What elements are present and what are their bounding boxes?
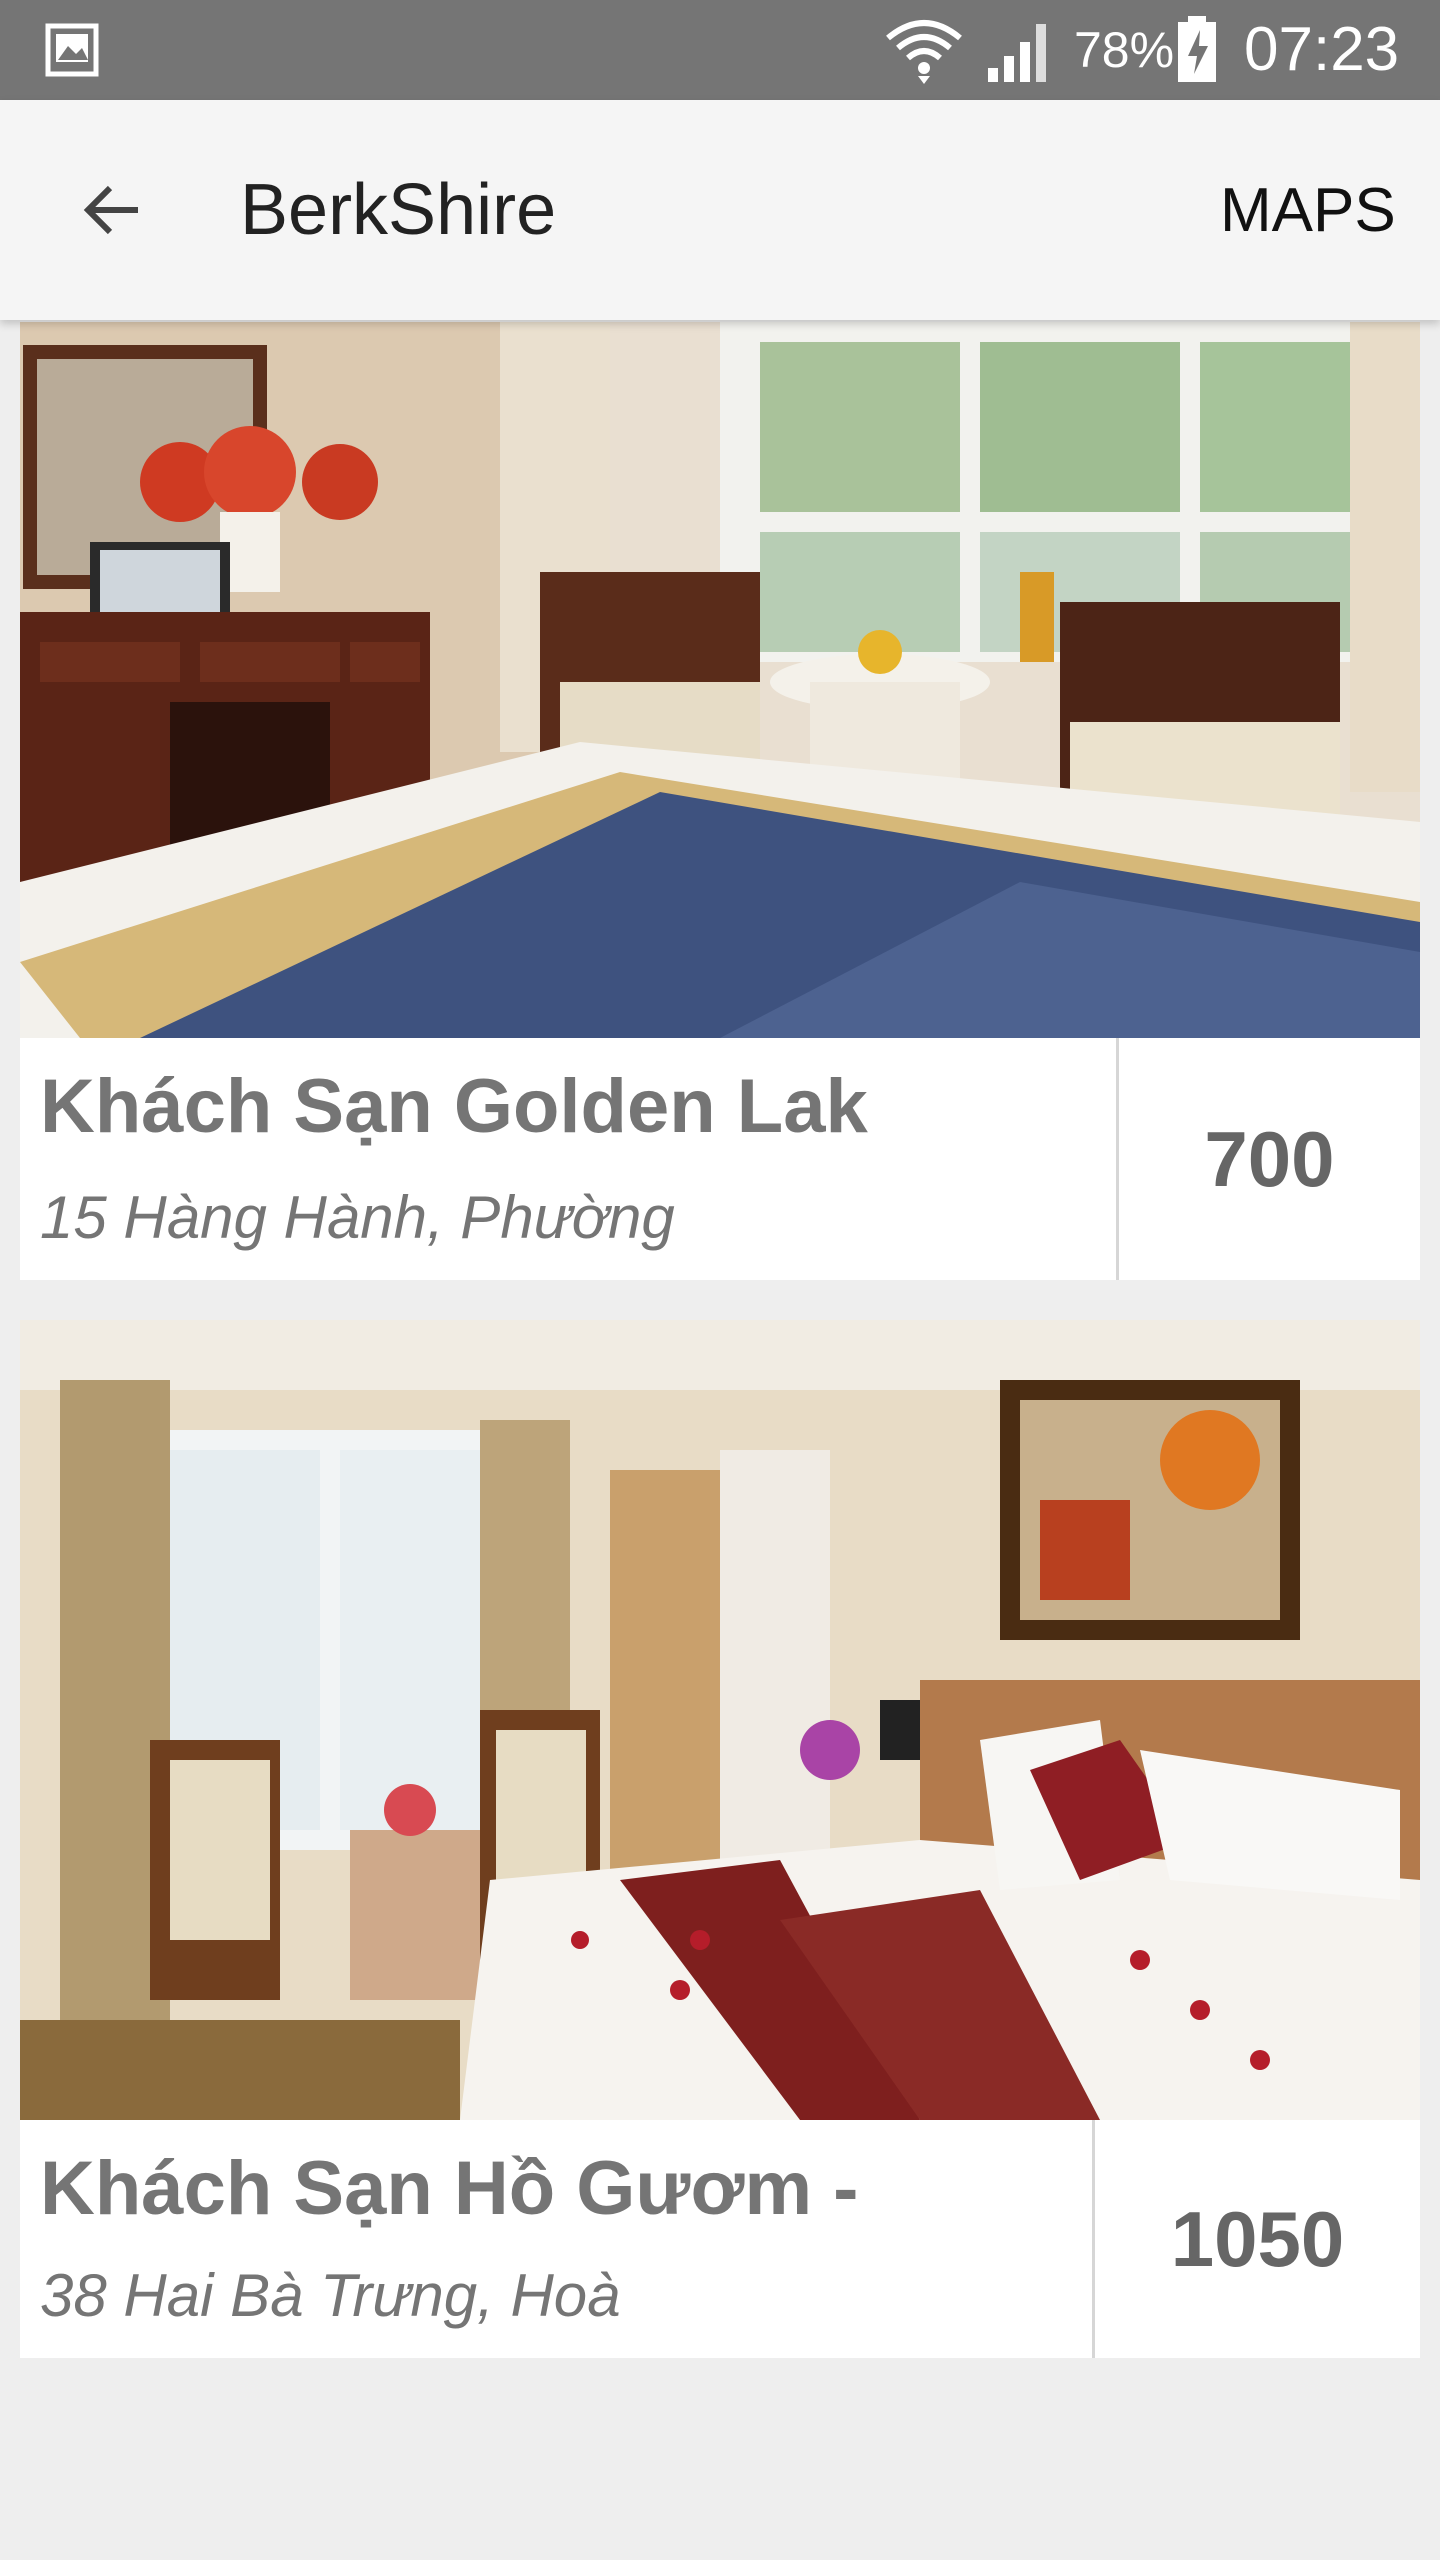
page-title: BerkShire (240, 170, 557, 250)
gallery-icon (45, 23, 99, 77)
wifi-icon (886, 20, 962, 84)
hotel-info: Khách Sạn Hồ Gươm - 38 Hai Bà Trưng, Hoà… (20, 2120, 1420, 2358)
maps-button[interactable]: MAPS (1220, 176, 1396, 246)
battery-percent: 78% (1074, 22, 1175, 78)
hotel-info: Khách Sạn Golden Lak 15 Hàng Hành, Phườn… (20, 1038, 1420, 1280)
battery-charging-icon (1178, 16, 1216, 82)
hotel-name: Khách Sạn Hồ Gươm - (40, 2146, 859, 2231)
hotel-price: 700 (1204, 1114, 1335, 1203)
hotel-address: 38 Hai Bà Trưng, Hoà (40, 2262, 621, 2329)
hotel-room-photo (20, 1320, 1420, 2120)
hotel-card[interactable]: Khách Sạn Hồ Gươm - 38 Hai Bà Trưng, Hoà… (20, 1320, 1420, 2358)
app-bar: BerkShire MAPS (0, 100, 1440, 320)
signal-icon (988, 24, 1046, 82)
back-button[interactable] (62, 160, 162, 260)
hotel-address: 15 Hàng Hành, Phường (40, 1184, 675, 1251)
status-clock: 07:23 (1244, 15, 1400, 84)
arrow-left-icon (83, 185, 138, 235)
hotel-room-photo (20, 322, 1420, 1038)
status-bar: 78% 07:23 (0, 0, 1440, 100)
hotel-price: 1050 (1170, 2194, 1345, 2283)
hotel-card[interactable]: Khách Sạn Golden Lak 15 Hàng Hành, Phườn… (20, 322, 1420, 1280)
hotel-name: Khách Sạn Golden Lak (40, 1064, 868, 1149)
